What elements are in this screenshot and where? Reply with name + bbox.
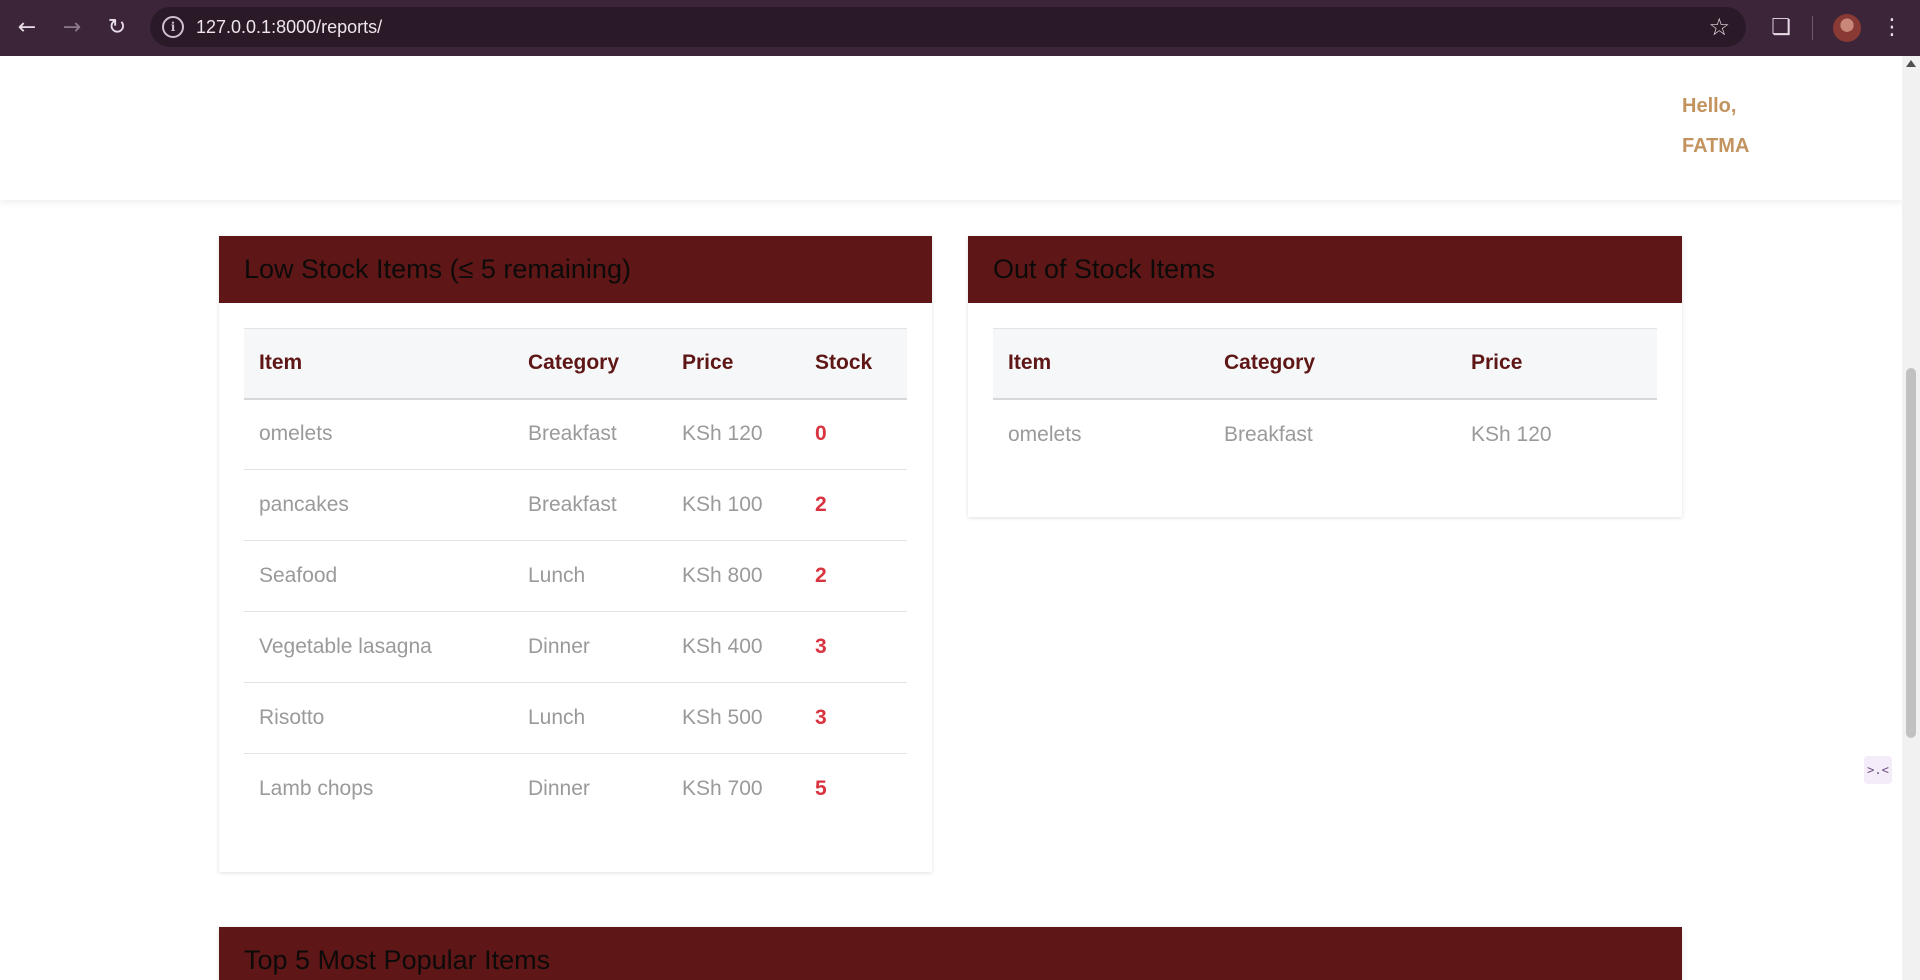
cell-item: Vegetable lasagna — [259, 635, 432, 658]
low-stock-title: Low Stock Items (≤ 5 remaining) — [219, 236, 932, 303]
profile-avatar[interactable] — [1833, 14, 1861, 42]
back-icon[interactable]: ← — [10, 10, 44, 44]
cell-category: Breakfast — [528, 493, 617, 516]
site-info-icon[interactable]: i — [162, 16, 184, 38]
address-bar[interactable]: i 127.0.0.1:8000/reports/ ☆ — [150, 7, 1746, 47]
cell-item: pancakes — [259, 493, 349, 516]
column-header-price: Price — [682, 351, 734, 375]
bookmark-star-icon[interactable]: ☆ — [1708, 13, 1730, 41]
table-row: Lamb chops Dinner KSh 700 5 — [244, 754, 907, 825]
cell-category: Breakfast — [1224, 422, 1313, 446]
table-row: Vegetable lasagna Dinner KSh 400 3 — [244, 612, 907, 683]
cell-stock: 3 — [815, 706, 827, 729]
cell-category: Lunch — [528, 564, 586, 587]
cell-stock: 0 — [815, 422, 827, 446]
popular-items-title: Top 5 Most Popular Items — [219, 927, 1682, 980]
table-row: omelets Breakfast KSh 120 0 — [244, 399, 907, 470]
cell-stock: 5 — [815, 777, 827, 801]
cell-price: KSh 800 — [682, 564, 763, 587]
cell-item: Risotto — [259, 706, 325, 729]
column-header-price: Price — [1471, 351, 1523, 375]
cell-price: KSh 100 — [682, 493, 763, 516]
out-of-stock-card: Out of Stock Items Item Category Price o… — [968, 236, 1682, 517]
scrollbar-thumb[interactable] — [1906, 368, 1916, 738]
table-row: Seafood Lunch KSh 800 2 — [244, 541, 907, 612]
out-of-stock-table: Item Category Price omelets Breakfast KS… — [993, 328, 1657, 470]
cell-price: KSh 500 — [682, 706, 763, 729]
column-header-category: Category — [528, 351, 620, 375]
cell-stock: 2 — [815, 493, 827, 516]
page-viewport: Hello, FATMA Low Stock Items (≤ 5 remain… — [0, 56, 1902, 980]
top-navbar: Hello, FATMA — [0, 56, 1902, 200]
cell-item: Lamb chops — [259, 777, 374, 801]
popular-items-card: Top 5 Most Popular Items — [219, 927, 1682, 980]
table-header-row: Item Category Price — [993, 328, 1657, 399]
floating-assistant-icon[interactable]: >.< — [1864, 756, 1892, 784]
url-text[interactable]: 127.0.0.1:8000/reports/ — [196, 17, 382, 38]
cell-item: omelets — [259, 422, 333, 446]
cell-item: Seafood — [259, 564, 338, 587]
toolbar-divider — [1812, 16, 1813, 40]
table-row: pancakes Breakfast KSh 100 2 — [244, 470, 907, 541]
cell-category: Dinner — [528, 635, 590, 658]
greeting-hello: Hello, — [1682, 95, 1737, 117]
column-header-item: Item — [1008, 351, 1052, 375]
low-stock-card: Low Stock Items (≤ 5 remaining) Item Cat… — [219, 236, 932, 872]
cell-price: KSh 120 — [1471, 422, 1552, 446]
cell-price: KSh 700 — [682, 777, 763, 801]
page-scrollbar[interactable] — [1902, 56, 1920, 980]
forward-icon[interactable]: → — [55, 10, 89, 44]
cell-price: KSh 400 — [682, 635, 763, 658]
table-header-row: Item Category Price Stock — [244, 328, 907, 399]
browser-toolbar: ← → ↻ i 127.0.0.1:8000/reports/ ☆ ❏ ⋮ — [0, 0, 1920, 56]
column-header-stock: Stock — [815, 351, 873, 375]
cell-category: Breakfast — [528, 422, 617, 446]
low-stock-table: Item Category Price Stock omelets Breakf… — [244, 328, 907, 825]
extensions-icon[interactable]: ❏ — [1766, 12, 1796, 42]
reload-icon[interactable]: ↻ — [100, 10, 134, 44]
scroll-up-arrow-icon[interactable] — [1906, 60, 1916, 67]
cell-category: Lunch — [528, 706, 586, 729]
cell-stock: 2 — [815, 564, 827, 587]
greeting-username: FATMA — [1682, 135, 1750, 157]
column-header-item: Item — [259, 351, 303, 375]
table-row: Risotto Lunch KSh 500 3 — [244, 683, 907, 754]
table-row: omelets Breakfast KSh 120 — [993, 399, 1657, 470]
cell-price: KSh 120 — [682, 422, 763, 446]
column-header-category: Category — [1224, 351, 1316, 375]
cell-stock: 3 — [815, 635, 827, 658]
out-of-stock-title: Out of Stock Items — [968, 236, 1682, 303]
cell-category: Dinner — [528, 777, 590, 801]
menu-icon[interactable]: ⋮ — [1880, 12, 1904, 42]
user-greeting[interactable]: Hello, FATMA — [1682, 86, 1749, 166]
cell-item: omelets — [1008, 422, 1082, 446]
